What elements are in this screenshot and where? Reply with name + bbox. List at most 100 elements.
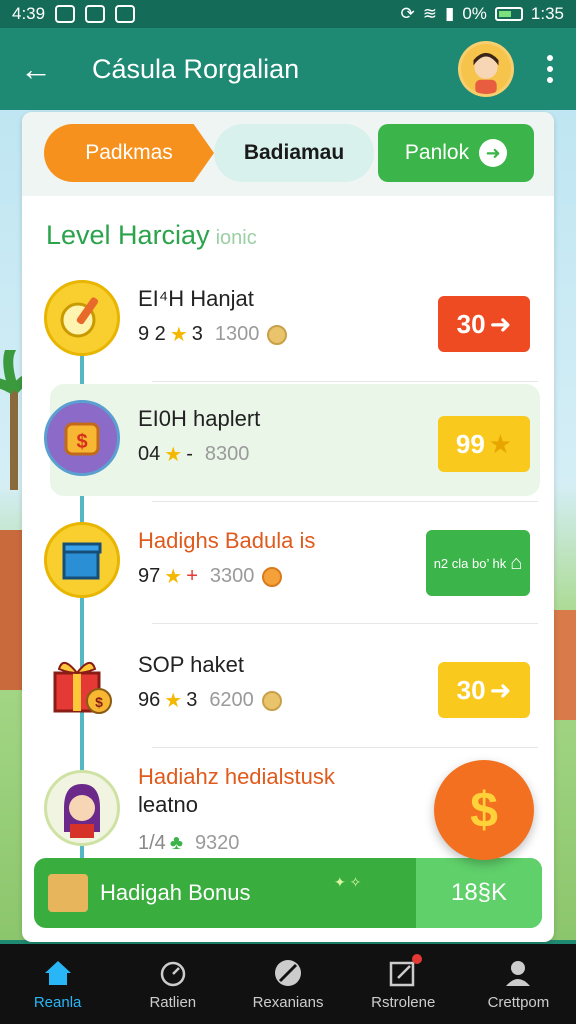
nav-item-compass[interactable]: Rexanians bbox=[230, 944, 345, 1024]
status-bar: 4:39 ⟳ ≋ ▮ 0% 1:35 bbox=[0, 0, 576, 28]
tab-panlok[interactable]: Panlok ➜ bbox=[378, 124, 534, 182]
sync-icon: ⟳ bbox=[400, 4, 415, 23]
timer-icon bbox=[158, 958, 188, 988]
bonus-value: 18§K bbox=[416, 858, 542, 928]
dollar-icon: $ bbox=[470, 782, 498, 838]
divider bbox=[152, 623, 538, 624]
mail-icon bbox=[115, 5, 136, 23]
list-item[interactable]: EI⁴H Hanjat 9 2 ★ 3 1300 30 ➜ bbox=[22, 264, 554, 382]
row-level-suffix: 3 bbox=[191, 323, 203, 345]
row-title: Hadiahz hedialstusk bbox=[138, 764, 335, 789]
more-options-icon[interactable] bbox=[544, 55, 556, 83]
bottom-nav: Reanla Ratlien Rexanians Rstrolene Crett… bbox=[0, 944, 576, 1024]
home-icon bbox=[43, 958, 73, 988]
app-title: Cásula Rorgalian bbox=[92, 53, 300, 84]
badge-value: 99 bbox=[455, 428, 485, 459]
tab-badiamau[interactable]: Badiamau bbox=[214, 124, 374, 182]
coin-icon bbox=[261, 690, 282, 711]
list-item[interactable]: $ SOP haket 96 ★ 3 6200 30 ➜ bbox=[22, 630, 554, 748]
divider bbox=[152, 747, 538, 748]
nav-label: Rstrolene bbox=[371, 993, 436, 1011]
nav-label: Crettpom bbox=[487, 993, 550, 1011]
reward-badge[interactable]: n2 cla bo’ hk ⌂ bbox=[426, 530, 530, 596]
section-title: Level Harciay bbox=[46, 220, 210, 250]
compass-icon bbox=[273, 958, 303, 988]
row-level-suffix: - bbox=[186, 443, 193, 465]
nav-item-edit[interactable]: Rstrolene bbox=[346, 944, 461, 1024]
dollar-fab-button[interactable]: $ bbox=[434, 760, 534, 860]
arrow-right-icon: ➜ bbox=[489, 674, 512, 705]
svg-text:$: $ bbox=[76, 431, 87, 453]
row-title: EI⁴H Hanjat bbox=[138, 286, 254, 311]
badge-value: 30 bbox=[456, 674, 486, 705]
row-points: 1300 bbox=[214, 323, 260, 345]
nav-label: Reanla bbox=[33, 993, 82, 1011]
notification-dot bbox=[412, 953, 423, 964]
row-points: 8300 bbox=[204, 443, 250, 465]
avatar[interactable] bbox=[458, 41, 514, 97]
list-item[interactable]: $ EI0H haplert 04 ★ - 8300 99 ★ bbox=[22, 384, 554, 502]
back-arrow-icon[interactable]: ← bbox=[20, 51, 60, 88]
nav-label: Rexanians bbox=[252, 993, 324, 1011]
row-level: 04 bbox=[138, 443, 161, 465]
money-bag-icon: $ bbox=[44, 400, 120, 476]
gift-box-icon bbox=[44, 522, 120, 598]
star-icon: ★ bbox=[164, 690, 183, 712]
wifi-icon: ≋ bbox=[422, 4, 437, 23]
row-title-line2: leatno bbox=[138, 792, 198, 817]
list-item[interactable]: Hadighs Badula is 97 ★ + 3300 n2 cla bo’… bbox=[22, 506, 554, 624]
battery-icon bbox=[494, 7, 523, 21]
row-level-suffix: 3 bbox=[186, 689, 198, 711]
badge-value: 30 bbox=[456, 308, 486, 339]
divider bbox=[152, 501, 538, 502]
badge-value: n2 cla bo’ hk bbox=[433, 555, 507, 571]
row-level: 1/4 bbox=[138, 832, 166, 854]
present-icon: $ bbox=[44, 646, 120, 722]
row-level: 96 bbox=[138, 689, 161, 711]
arrow-right-icon: ➜ bbox=[479, 139, 508, 167]
reward-badge[interactable]: 30 ➜ bbox=[438, 296, 530, 352]
house-icon: ⌂ bbox=[510, 551, 523, 574]
row-meta: 96 ★ 3 6200 bbox=[138, 688, 282, 713]
leaf-icon: ♣ bbox=[169, 832, 183, 854]
row-meta: 9 2 ★ 3 1300 bbox=[138, 322, 288, 347]
row-level: 97 bbox=[138, 565, 161, 587]
app-bar: ← Cásula Rorgalian bbox=[0, 28, 576, 110]
coin-icon bbox=[267, 324, 288, 345]
sparkle-icon: ✦ ✧ bbox=[334, 874, 362, 890]
row-meta: 97 ★ + 3300 bbox=[138, 564, 283, 589]
section-heading: Level Harciay ionic bbox=[46, 220, 257, 251]
notification-icon bbox=[55, 5, 76, 23]
edit-icon bbox=[388, 953, 423, 988]
row-level-suffix: + bbox=[186, 565, 198, 587]
nav-label: Ratlien bbox=[149, 993, 197, 1011]
nav-item-timer[interactable]: Ratlien bbox=[115, 944, 230, 1024]
nav-item-profile[interactable]: Crettpom bbox=[461, 944, 576, 1024]
svg-text:$: $ bbox=[95, 694, 103, 710]
row-points: 6200 bbox=[209, 689, 254, 711]
profile-icon bbox=[503, 958, 533, 988]
status-time-right: 1:35 bbox=[530, 4, 564, 23]
pencil-target-icon bbox=[44, 280, 120, 356]
star-icon: ★ bbox=[164, 566, 183, 588]
row-title: Hadighs Badula is bbox=[138, 528, 316, 553]
reward-badge[interactable]: 30 ➜ bbox=[438, 662, 530, 718]
signal-icon: ▮ bbox=[444, 4, 455, 23]
user-face-icon bbox=[473, 52, 499, 94]
bonus-bar[interactable]: Hadigah Bonus ✦ ✧ 18§K bbox=[34, 858, 542, 928]
reward-badge[interactable]: 99 ★ bbox=[438, 416, 530, 472]
row-level: 9 2 bbox=[138, 323, 166, 345]
row-title: EI0H haplert bbox=[138, 406, 261, 431]
row-meta: 04 ★ - 8300 bbox=[138, 442, 249, 467]
row-points: 3300 bbox=[209, 565, 255, 587]
section-subtitle: ionic bbox=[215, 227, 257, 249]
row-points: 9320 bbox=[194, 832, 240, 854]
battery-percent: 0% bbox=[462, 4, 487, 23]
nav-item-home[interactable]: Reanla bbox=[0, 944, 115, 1024]
star-icon: ★ bbox=[488, 428, 513, 459]
girl-avatar-icon bbox=[44, 770, 120, 846]
bonus-label: Hadigah Bonus bbox=[100, 880, 251, 905]
tab-padkmas[interactable]: Padkmas bbox=[44, 124, 214, 182]
coin-icon bbox=[262, 566, 283, 587]
arrow-right-icon: ➜ bbox=[489, 308, 512, 339]
